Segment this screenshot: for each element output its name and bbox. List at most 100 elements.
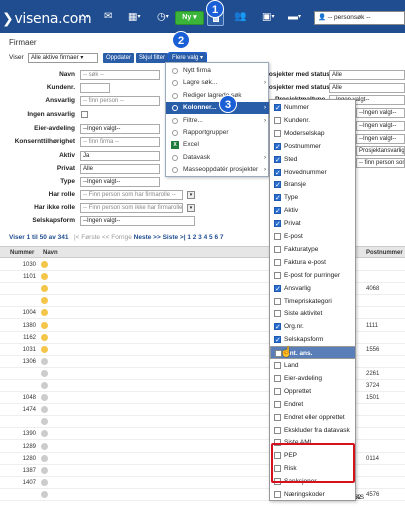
column-option[interactable]: Nummer [270, 101, 356, 115]
type-select[interactable]: --Ingen valgt-- [80, 177, 160, 187]
briefcase-icon[interactable]: ▣▾ [262, 12, 274, 23]
group-company-input[interactable]: -- finn firma -- [80, 137, 160, 147]
column-option[interactable]: Bransje [270, 178, 356, 192]
column-option[interactable]: E-post for purringer [270, 269, 356, 282]
mail-icon[interactable]: ✉ [104, 12, 112, 22]
column-option[interactable]: Ansvarlig [270, 282, 356, 296]
more-menu-item[interactable]: Filtre... › [166, 115, 270, 127]
home-icon[interactable]: ⌂▾ [80, 12, 89, 23]
more-menu-item[interactable]: Rapportgrupper [166, 127, 270, 139]
folder-icon[interactable]: ▬▾ [288, 12, 301, 23]
more-menu-item[interactable]: Nytt firma [166, 65, 270, 77]
active-select[interactable]: Ja [80, 151, 160, 161]
private-select[interactable]: Alle [80, 164, 160, 174]
column-option[interactable]: Endret [270, 398, 356, 411]
column-checkbox[interactable] [274, 258, 281, 266]
column-checkbox[interactable] [274, 116, 281, 124]
column-checkbox[interactable] [274, 205, 281, 218]
company-form-select[interactable]: --Ingen valgt-- [80, 216, 195, 226]
hide-filter-button[interactable]: Skjul filter [136, 53, 169, 63]
calendar-icon[interactable]: ▦▾ [128, 12, 140, 23]
column-checkbox[interactable] [274, 192, 281, 205]
more-menu-item[interactable]: X Excel [166, 139, 270, 151]
visena-logo[interactable]: ❯visena.com [2, 11, 92, 27]
column-header-name[interactable]: Navn [43, 250, 58, 256]
new-button[interactable]: Ny ▾ [175, 11, 204, 25]
more-menu-item[interactable]: Kolonner... › [166, 102, 270, 115]
column-checkbox[interactable] [274, 129, 281, 137]
column-option[interactable]: Fakturatype [270, 243, 356, 256]
responsible-input[interactable]: -- finn person -- [80, 96, 160, 106]
column-option[interactable]: Sted [270, 153, 356, 167]
column-checkbox[interactable] [274, 141, 281, 154]
column-header-postcode[interactable]: Postnummer [366, 250, 403, 256]
column-option[interactable]: Selskapsform [270, 333, 356, 347]
more-menu-item[interactable]: Lagre søk... › [166, 77, 270, 89]
column-checkbox[interactable] [274, 321, 281, 334]
users-icon[interactable]: 👥 [234, 12, 246, 22]
more-menu-item[interactable]: Masseoppdatér prosjekter › [166, 164, 270, 176]
previous-page-link[interactable]: << Forrige [102, 234, 132, 241]
project-person-input[interactable]: -- finn person som har pro [356, 158, 405, 168]
column-checkbox[interactable] [274, 426, 281, 434]
project-filter-select-b[interactable]: --Ingen valgt-- [356, 121, 405, 131]
next-page-link[interactable]: Neste >> [134, 234, 161, 241]
column-checkbox[interactable] [274, 218, 281, 231]
column-option[interactable]: E-post [270, 230, 356, 243]
column-option[interactable]: Opprettet [270, 385, 356, 398]
column-option[interactable]: Ekskluder fra datavask [270, 424, 356, 437]
column-checkbox[interactable] [274, 400, 281, 408]
column-option[interactable]: Hovednummer [270, 166, 356, 180]
column-checkbox[interactable] [274, 245, 281, 253]
column-checkbox[interactable] [274, 102, 281, 115]
has-role-input[interactable]: -- Finn person som har firmarolle -- [80, 190, 183, 200]
column-option[interactable]: Land [270, 359, 356, 372]
column-option[interactable]: Faktura e-post [270, 256, 356, 269]
column-option[interactable]: Næringskoder [270, 488, 356, 501]
column-checkbox[interactable] [274, 387, 281, 395]
column-option[interactable]: Siste aktivitet [270, 307, 356, 320]
column-checkbox[interactable] [274, 362, 281, 369]
column-option[interactable]: Endret eller opprettet [270, 411, 356, 424]
has-role-dropdown-icon[interactable]: ▾ [187, 191, 195, 199]
more-menu-item[interactable]: Datavask › [166, 152, 270, 164]
customer-number-input[interactable] [80, 83, 110, 93]
project-status-select[interactable]: Alle [329, 70, 405, 80]
project-filter-select-a[interactable]: --Ingen valgt-- [356, 108, 405, 118]
column-checkbox[interactable] [274, 413, 281, 421]
clock-icon[interactable]: ◷▾ [157, 12, 169, 23]
column-option[interactable]: Timepriskategori [270, 295, 356, 308]
column-option[interactable]: Postnummer [270, 140, 356, 154]
column-option[interactable]: Type [270, 191, 356, 205]
column-checkbox[interactable] [274, 374, 281, 382]
not-role-dropdown-icon[interactable]: ▾ [187, 204, 195, 212]
column-option[interactable]: Moderselskap [270, 127, 356, 140]
not-role-input[interactable]: -- Finn person som ikke har firmarolle -… [80, 203, 183, 213]
project-responsible-input[interactable]: Prosjektansvarlig -- [356, 146, 405, 156]
project-status-select-2[interactable]: Alle [329, 83, 405, 93]
column-option[interactable]: Kundenr. [270, 114, 356, 127]
column-checkbox[interactable] [274, 271, 281, 279]
name-search-input[interactable]: -- søk -- [80, 70, 160, 80]
more-menu-item[interactable]: Rediger lagrede søk [166, 90, 270, 102]
update-button[interactable]: Oppdater [103, 53, 135, 63]
last-page-link[interactable]: Siste >| [163, 234, 186, 241]
column-checkbox[interactable] [274, 154, 281, 167]
column-checkbox[interactable] [274, 179, 281, 192]
no-responsible-checkbox[interactable] [81, 111, 88, 118]
first-page-link[interactable]: |< Første [74, 234, 100, 241]
column-header-number[interactable]: Nummer [10, 250, 34, 256]
column-option[interactable]: Privat [270, 217, 356, 231]
column-checkbox[interactable] [274, 167, 281, 180]
column-checkbox[interactable] [274, 310, 281, 318]
column-checkbox[interactable] [274, 233, 281, 240]
column-option[interactable]: Org.nr. [270, 320, 356, 334]
column-checkbox[interactable] [274, 283, 281, 296]
view-select[interactable]: Alle aktive firmaer ▾ [28, 53, 98, 63]
column-checkbox[interactable] [274, 491, 281, 498]
column-checkbox[interactable] [274, 297, 281, 305]
column-option[interactable]: Eier-avdeling [270, 372, 356, 385]
page-numbers[interactable]: 1 2 3 4 5 6 7 [187, 234, 223, 241]
project-filter-select-c[interactable]: --Ingen valgt-- [356, 134, 405, 144]
column-checkbox[interactable] [274, 334, 281, 347]
